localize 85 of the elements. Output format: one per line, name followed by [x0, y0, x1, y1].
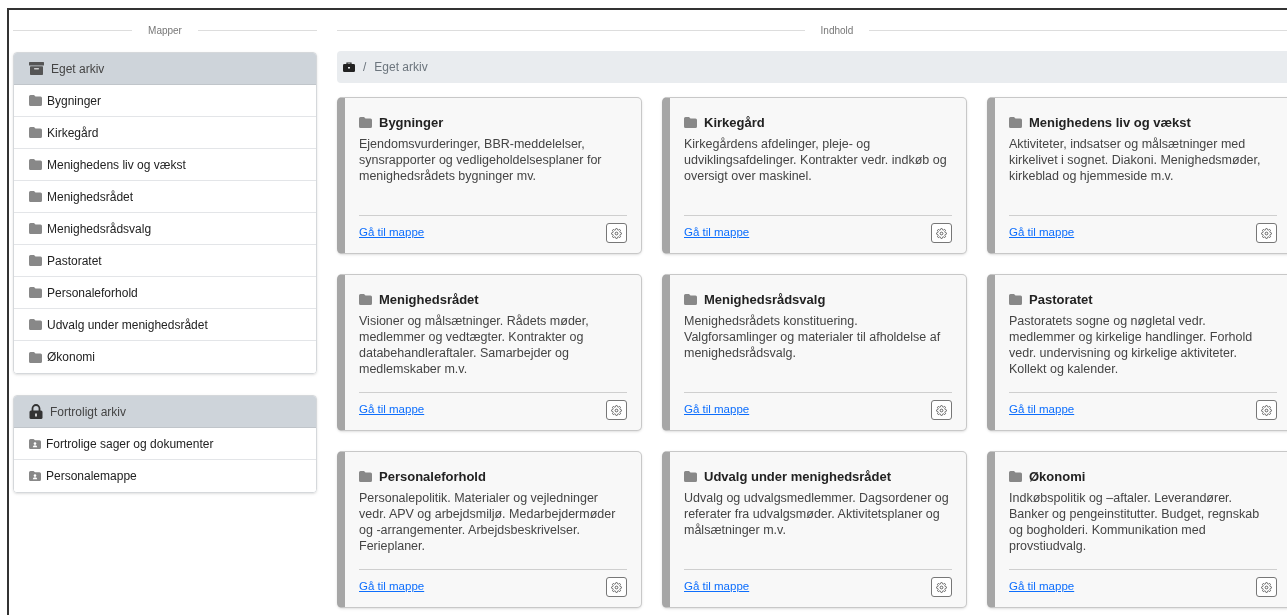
settings-icon: [1261, 581, 1272, 593]
folder-icon: [29, 287, 42, 298]
panel-title: Eget arkiv: [51, 60, 105, 78]
panel-title: Fortroligt arkiv: [50, 403, 126, 421]
breadcrumb-separator: /: [363, 59, 367, 76]
settings-icon: [611, 227, 622, 239]
folder-link[interactable]: Gå til mappe: [359, 401, 425, 419]
folder-link[interactable]: Gå til mappe: [1009, 578, 1075, 596]
settings-button[interactable]: [1256, 400, 1277, 420]
folder-icon: [359, 471, 372, 483]
folder-icon: [359, 294, 372, 306]
card-title: Personaleforhold: [379, 468, 486, 486]
card-title: Pastoratet: [1029, 291, 1093, 309]
card-description: Ejendomsvurderinger, BBR-meddelelser, synsrapporter og vedligeholdelsesplaner for menighedsrådets bygninger mv.: [359, 135, 603, 184]
folder-item[interactable]: Kirkegård: [14, 117, 316, 149]
folder-item[interactable]: Økonomi: [14, 341, 316, 373]
folder-item[interactable]: Personalemappe: [14, 460, 316, 492]
folder-link[interactable]: Gå til mappe: [684, 578, 750, 596]
folder-item[interactable]: Pastoratet: [14, 245, 316, 277]
breadcrumb-item[interactable]: Eget arkiv: [374, 58, 428, 76]
settings-button[interactable]: [1256, 223, 1277, 243]
folder-icon: [29, 351, 42, 363]
folder-icon: [1009, 117, 1022, 129]
folder-link[interactable]: Gå til mappe: [684, 401, 750, 419]
folder-link[interactable]: Gå til mappe: [684, 224, 750, 242]
folder-icon: [29, 127, 42, 138]
folder-link[interactable]: Gå til mappe: [1009, 224, 1075, 242]
folder-icon: [684, 294, 697, 306]
folder-icon: [359, 117, 372, 129]
sidebar-heading: Mapper: [148, 23, 182, 38]
lock-icon: [29, 404, 43, 419]
person-folder-icon: [29, 438, 41, 449]
folder-icon: [29, 223, 42, 234]
folder-item[interactable]: Udvalg under menighedsrådet: [14, 309, 316, 341]
settings-button[interactable]: [931, 400, 952, 420]
settings-icon: [611, 581, 622, 593]
card-title: Bygninger: [379, 114, 444, 132]
settings-button[interactable]: [606, 223, 627, 243]
briefcase-icon: [343, 62, 355, 72]
card-title: Menighedens liv og vækst: [1029, 114, 1191, 132]
settings-button[interactable]: [931, 223, 952, 243]
folder-link[interactable]: Gå til mappe: [359, 578, 425, 596]
folder-item[interactable]: Menighedens liv og vækst: [14, 149, 316, 181]
card-description: Aktiviteter, indsatser og målsætninger med kirkelivet i sognet. Diakoni. Menighedsmøder, kirkeblad og hjemmeside m.v.: [1009, 135, 1262, 184]
card-title: Menighedsrådet: [379, 291, 479, 309]
folder-icon: [29, 159, 42, 170]
card-title: Menighedsrådsvalg: [704, 291, 826, 309]
archive-icon: [29, 62, 44, 75]
folder-item[interactable]: Bygninger: [14, 85, 316, 117]
folder-icon: [29, 255, 42, 266]
card-description: Visioner og målsætninger. Rådets møder, medlemmer og vedtægter. Kontrakter og databehandleraftaler. Samarbejder og medlemskaber m.v.: [359, 312, 590, 377]
settings-icon: [1261, 404, 1272, 416]
settings-button[interactable]: [931, 577, 952, 597]
card-title: Økonomi: [1029, 468, 1086, 486]
card-description: Menighedsrådets konstituering. Valgforsamlinger og materialer til afholdelse af menighedsrådsvalg.: [684, 312, 942, 361]
content-heading: Indhold: [820, 23, 854, 38]
card-description: Kirkegårdens afdelinger, pleje- og udviklingsafdelinger. Kontrakter vedr. indkøb og oversigt over maskinel.: [684, 135, 948, 184]
settings-icon: [611, 404, 622, 416]
folder-icon: [1009, 294, 1022, 306]
card-description: Udvalg og udvalgsmedlemmer. Dagsordener og referater fra udvalgsmøder. Aktivitetsplaner og målsætninger m.v.: [684, 489, 950, 538]
card-title: Udvalg under menighedsrådet: [704, 468, 892, 486]
folder-link[interactable]: Gå til mappe: [359, 224, 425, 242]
folder-link[interactable]: Gå til mappe: [1009, 401, 1075, 419]
card-title: Kirkegård: [704, 114, 765, 132]
folder-icon: [29, 319, 42, 330]
card-description: Pastoratets sogne og nøgletal vedr. medlemmer og kirkelige handlinger. Forhold vedr. undervisning og kirkelige aktiviteter. Kollekt og kalender.: [1009, 312, 1254, 377]
settings-icon: [936, 404, 947, 416]
folder-icon: [29, 95, 42, 106]
folder-item[interactable]: Menighedsrådsvalg: [14, 213, 316, 245]
settings-icon: [1261, 227, 1272, 239]
settings-button[interactable]: [606, 577, 627, 597]
person-folder-icon: [29, 471, 41, 481]
folder-icon: [29, 191, 42, 202]
card-description: Personalepolitik. Materialer og vejledninger vedr. APV og arbejdsmiljø. Medarbejdermøder og -arrangementer. Arbejdsbeskrivelser. Ferieplaner.: [359, 489, 617, 554]
settings-button[interactable]: [606, 400, 627, 420]
card-description: Indkøbspolitik og –aftaler. Leverandører. Banker og pengeinstitutter. Budget, regnskab og bogholderi. Kommunikation med provstiudvalg.: [1009, 489, 1261, 554]
folder-icon: [684, 117, 697, 129]
folder-item[interactable]: Menighedsrådet: [14, 181, 316, 213]
settings-button[interactable]: [1256, 577, 1277, 597]
folder-item[interactable]: Fortrolige sager og dokumenter: [14, 428, 316, 460]
folder-item[interactable]: Personaleforhold: [14, 277, 316, 309]
settings-icon: [936, 581, 947, 593]
folder-icon: [684, 471, 697, 483]
folder-icon: [1009, 471, 1022, 483]
settings-icon: [936, 227, 947, 239]
